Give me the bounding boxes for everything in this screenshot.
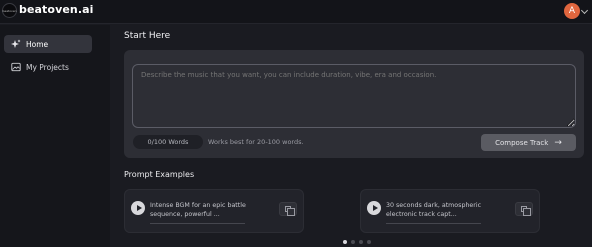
logo-icon[interactable]: beatoven	[2, 3, 17, 18]
page-title: Start Here	[124, 31, 171, 41]
arrow-right-icon: →	[554, 137, 562, 148]
top-bar: beatoven beatoven.ai A	[0, 0, 592, 24]
pagination-dot[interactable]	[351, 240, 355, 244]
play-icon[interactable]	[367, 201, 381, 215]
divider	[150, 223, 245, 224]
brand-name[interactable]: beatoven.ai	[19, 3, 94, 16]
copy-button[interactable]	[279, 202, 297, 216]
prompt-example-text: Intense BGM for an epic battle sequence,…	[150, 202, 246, 218]
sparkle-icon	[11, 39, 21, 49]
avatar[interactable]: A	[564, 3, 580, 19]
image-icon	[11, 62, 21, 72]
carousel-pagination	[343, 240, 371, 244]
pagination-dot[interactable]	[367, 240, 371, 244]
prompt-example-card[interactable]: Intense BGM for an epic battle sequence,…	[124, 189, 304, 233]
compose-track-button[interactable]: Compose Track →	[481, 134, 576, 151]
copy-icon	[285, 206, 295, 216]
divider	[386, 223, 481, 224]
copy-icon	[521, 206, 531, 216]
compose-track-label: Compose Track	[495, 138, 549, 147]
play-icon[interactable]	[131, 201, 145, 215]
sidebar-item-label: Home	[26, 39, 49, 49]
sidebar-item-home[interactable]: Home	[4, 35, 92, 53]
logo-text: beatoven	[2, 8, 17, 13]
chevron-down-icon[interactable]	[580, 6, 589, 15]
pagination-dot[interactable]	[343, 240, 347, 244]
sidebar-item-my-projects[interactable]: My Projects	[4, 58, 92, 76]
sidebar: Home My Projects	[0, 25, 110, 247]
copy-button[interactable]	[515, 202, 533, 216]
word-count-badge: 0/100 Words	[133, 135, 203, 149]
music-description-input[interactable]	[132, 64, 576, 128]
prompt-example-card[interactable]: 30 seconds dark, atmospheric electronic …	[360, 189, 540, 233]
compose-card: 0/100 Words Works best for 20-100 words.…	[124, 50, 584, 158]
pagination-dot[interactable]	[359, 240, 363, 244]
sidebar-item-label: My Projects	[26, 62, 69, 72]
word-hint: Works best for 20-100 words.	[208, 138, 304, 146]
prompt-example-text: 30 seconds dark, atmospheric electronic …	[386, 202, 482, 218]
prompt-examples-title: Prompt Examples	[124, 170, 195, 179]
